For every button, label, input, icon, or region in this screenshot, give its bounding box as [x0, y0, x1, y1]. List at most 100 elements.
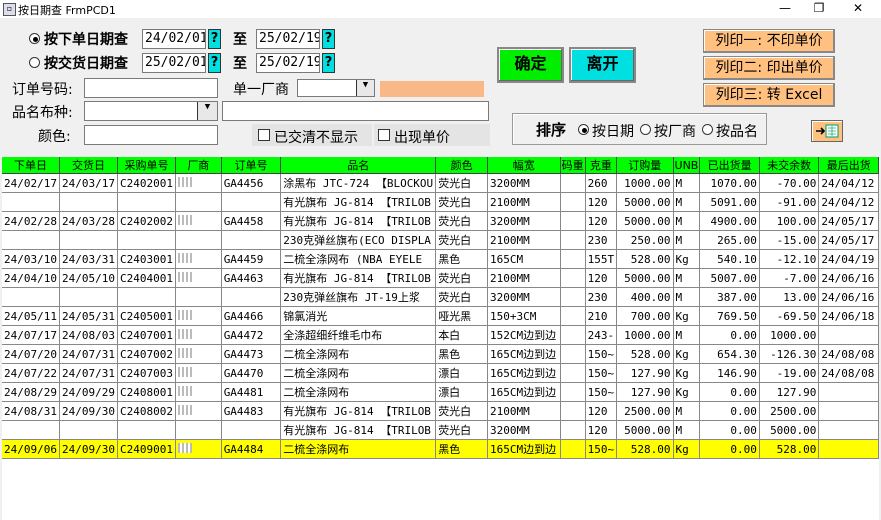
table-cell: 165CM边到边: [487, 344, 561, 364]
table-cell: [560, 173, 586, 193]
delivery-date-to-field[interactable]: 25/02/19: [256, 53, 320, 73]
table-row[interactable]: 24/09/06 24/09/30 C2409001 GA4484 二梳全涤网布 黑色 16…: [2, 439, 879, 459]
table-row[interactable]: 24/07/22 24/07/31 C2407003 GA4470 二梳全涤网布 漂白 16…: [2, 363, 879, 383]
table-row[interactable]: 24/02/28 24/03/28 C2402002 GA4458 有光旗布 JG-81…: [2, 211, 879, 231]
column-header[interactable]: 未交余数: [759, 157, 820, 174]
table-cell: 210: [585, 306, 618, 326]
order-no-input[interactable]: [84, 78, 218, 98]
table-cell: [560, 325, 586, 345]
table-row[interactable]: 24/08/29 24/09/29 C2408001 GA4481 二梳全涤网布 漂白 16…: [2, 382, 879, 402]
hide-cleared-checkbox[interactable]: [258, 129, 270, 141]
delivery-date-label: 按交货日期查: [44, 56, 128, 72]
ok-button[interactable]: 确定: [497, 47, 564, 83]
table-row[interactable]: 230克弹丝旗布 JT-19上浆 荧光白 3200MM 230 400.00 M 387.0…: [2, 287, 879, 307]
column-header[interactable]: 下单日: [2, 157, 60, 174]
maximize-button[interactable]: ❐: [800, 0, 838, 18]
minimize-button[interactable]: —: [766, 0, 804, 18]
table-cell: 荧光白: [435, 401, 489, 421]
table-cell: 165CM边到边: [487, 439, 561, 459]
radio-delivery-date[interactable]: [29, 57, 40, 68]
table-row[interactable]: 24/05/11 24/05/31 C2405001 GA4466 锦氯消光 哑光黑 150…: [2, 306, 879, 326]
table-cell: 24/09/29: [59, 382, 118, 402]
chevron-down-icon[interactable]: ▼: [356, 80, 374, 96]
print-three-button[interactable]: 列印三: 转 Excel: [703, 83, 835, 107]
table-cell: 5000.00: [616, 192, 674, 212]
table-cell: 荧光白: [435, 230, 489, 250]
table-cell: [175, 363, 222, 383]
column-header[interactable]: 已出货量: [699, 157, 760, 174]
close-button[interactable]: ✕: [839, 0, 877, 18]
table-row[interactable]: 24/02/17 24/03/17 C2402001 GA4456 涂黑布 JTC-72…: [2, 173, 879, 193]
table-cell: 24/02/28: [2, 211, 60, 231]
sort-by-date-radio[interactable]: [578, 124, 589, 135]
column-header[interactable]: 交货日: [59, 157, 118, 174]
column-header[interactable]: 颜色: [435, 157, 489, 174]
table-cell: 165CM边到边: [487, 382, 561, 402]
delivery-date-from-field[interactable]: 25/02/01: [142, 53, 206, 73]
table-cell: C2405001: [117, 306, 176, 326]
table-row[interactable]: 230克弹丝旗布(ECO DISPLA 荧光白 2100MM 230 250.00 M 26…: [2, 230, 879, 250]
supplier-select[interactable]: ▼: [297, 79, 375, 97]
delivery-to-lookup-button[interactable]: ?: [322, 53, 335, 73]
table-cell: [175, 344, 222, 364]
column-header[interactable]: 品名: [280, 157, 437, 174]
table-cell: GA4470: [221, 363, 282, 383]
table-cell: [175, 287, 222, 307]
show-price-label: 出现单价: [394, 130, 450, 146]
column-header[interactable]: 码重: [560, 157, 586, 174]
table-cell: C2402001: [117, 173, 176, 193]
table-cell: [175, 192, 222, 212]
table-row[interactable]: 有光旗布 JG-814 【TRILOB 荧光白 3200MM 120 5000.00 M 0…: [2, 420, 879, 440]
show-price-checkbox[interactable]: [378, 129, 390, 141]
column-header[interactable]: 订单号: [221, 157, 282, 174]
redacted-supplier-icon: [177, 176, 192, 187]
table-cell: 24/03/10: [2, 249, 60, 269]
orders-grid[interactable]: 下单日 交货日 采购单号 厂商 订单号 品名 颜色 幅宽 码重 克重 订购量 UNB 已出货量 未交余数最…: [2, 157, 879, 520]
sort-by-supplier-radio[interactable]: [640, 124, 651, 135]
table-cell: 265.00: [699, 230, 760, 250]
fabric-select[interactable]: ▼: [84, 101, 218, 121]
excel-export-button[interactable]: [811, 120, 843, 142]
chevron-down-icon[interactable]: ▼: [197, 102, 217, 120]
radio-order-date[interactable]: [29, 33, 40, 44]
order-date-to-field[interactable]: 25/02/19: [256, 29, 320, 49]
table-cell: 540.10: [699, 249, 760, 269]
table-row[interactable]: 24/08/31 24/09/30 C2408002 GA4483 有光旗布 JG-81…: [2, 401, 879, 421]
order-from-lookup-button[interactable]: ?: [208, 29, 221, 49]
column-header[interactable]: UNB: [673, 157, 701, 174]
column-header[interactable]: 克重: [585, 157, 618, 174]
table-row[interactable]: 24/07/20 24/07/31 C2407002 GA4473 二梳全涤网布 黑色 16…: [2, 344, 879, 364]
color-input[interactable]: [84, 125, 218, 145]
sort-by-product-radio[interactable]: [702, 124, 713, 135]
fabric-text-input[interactable]: [222, 101, 489, 121]
table-cell: 0.00: [699, 401, 760, 421]
column-header[interactable]: 订购量: [616, 157, 674, 174]
print-one-button[interactable]: 列印一: 不印单价: [703, 29, 835, 53]
print-two-button[interactable]: 列印二: 印出单价: [703, 56, 835, 80]
table-cell: -15.00: [759, 230, 820, 250]
table-row[interactable]: 有光旗布 JG-814 【TRILOB 荧光白 2100MM 120 5000.00 M 5…: [2, 192, 879, 212]
table-cell: 24/07/31: [59, 344, 118, 364]
order-to-lookup-button[interactable]: ?: [322, 29, 335, 49]
table-cell: 24/03/31: [59, 249, 118, 269]
table-cell: 152CM边到边: [487, 325, 561, 345]
column-header[interactable]: 幅宽: [487, 157, 561, 174]
table-cell: [221, 287, 282, 307]
delivery-from-lookup-button[interactable]: ?: [208, 53, 221, 73]
table-cell: [117, 192, 176, 212]
table-cell: 24/04/10: [2, 268, 60, 288]
table-row[interactable]: 24/07/17 24/08/03 C2407001 GA4472 全涤超细纤维毛巾布本…: [2, 325, 879, 345]
column-header[interactable]: 采购单号: [117, 157, 176, 174]
table-cell: 165CM边到边: [487, 363, 561, 383]
column-header[interactable]: 最后出货: [818, 157, 879, 174]
table-row[interactable]: 24/04/10 24/05/10 C2404001 GA4463 有光旗布 JG-81…: [2, 268, 879, 288]
table-cell: M: [673, 173, 701, 193]
table-cell: 230克弹丝旗布 JT-19上浆: [280, 287, 437, 307]
order-date-from-field[interactable]: 24/02/01: [142, 29, 206, 49]
table-row[interactable]: 24/03/10 24/03/31 C2403001 GA4459 二梳全涤网布 (NB…: [2, 249, 879, 269]
redacted-supplier-icon: [177, 252, 192, 263]
leave-button[interactable]: 离开: [569, 47, 636, 83]
table-cell: C2407003: [117, 363, 176, 383]
column-header[interactable]: 厂商: [175, 157, 222, 174]
table-cell: [818, 382, 879, 402]
